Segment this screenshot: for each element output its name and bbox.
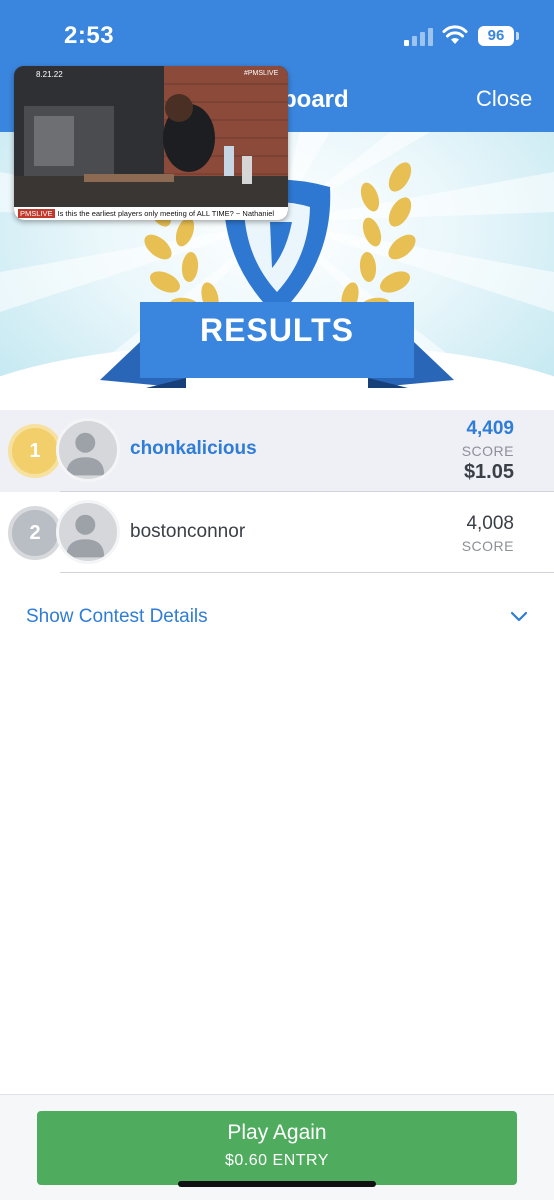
wifi-icon <box>442 25 468 44</box>
rank-badge-silver: 2 <box>8 506 62 560</box>
cellular-signal-icon <box>404 28 433 46</box>
username: chonkalicious <box>130 438 257 459</box>
video-frame <box>14 66 288 220</box>
ticker-tag: PMSLIVE <box>18 209 55 218</box>
score-value: 4,008 <box>466 513 514 534</box>
prize-amount: $1.05 <box>463 461 514 483</box>
row-divider <box>60 572 554 573</box>
rank-badge-gold: 1 <box>8 424 62 478</box>
picture-in-picture-video[interactable]: 8.21.22 #PMSLIVE PMSLIVE Is this the earl… <box>14 66 288 220</box>
score-label: SCORE <box>461 443 514 459</box>
video-channel-tag: #PMSLIVE <box>244 70 279 77</box>
score-value: 4,409 <box>466 418 514 439</box>
video-date: 8.21.22 <box>36 70 63 79</box>
home-indicator[interactable] <box>178 1181 376 1187</box>
username: bostonconnor <box>130 521 246 542</box>
default-avatar-icon <box>66 432 105 476</box>
default-avatar-icon <box>66 514 105 558</box>
results-label: RESULTS <box>200 312 354 348</box>
chevron-down-icon[interactable] <box>510 610 528 624</box>
score-label: SCORE <box>461 538 514 554</box>
close-button[interactable]: Close <box>476 86 532 112</box>
leaderboard-row-1[interactable]: 1 chonkalicious 4,409 SCORE $1.05 <box>0 410 554 492</box>
page-title: board <box>282 86 349 113</box>
battery-nub <box>516 32 519 40</box>
entry-fee-label[interactable]: $0.60 ENTRY <box>37 1152 517 1170</box>
status-time: 2:53 <box>64 22 115 49</box>
show-contest-details-link[interactable]: Show Contest Details <box>26 606 208 628</box>
video-ticker: PMSLIVE Is this the earliest players only… <box>14 207 288 220</box>
leaderboard-row-2[interactable]: 2 bostonconnor 4,008 SCORE <box>0 492 554 574</box>
battery-indicator: 96 <box>478 26 514 46</box>
avatar <box>56 418 120 482</box>
avatar <box>56 500 120 564</box>
ticker-text: Is this the earliest players only meetin… <box>57 209 275 218</box>
play-again-label[interactable]: Play Again <box>37 1121 517 1145</box>
